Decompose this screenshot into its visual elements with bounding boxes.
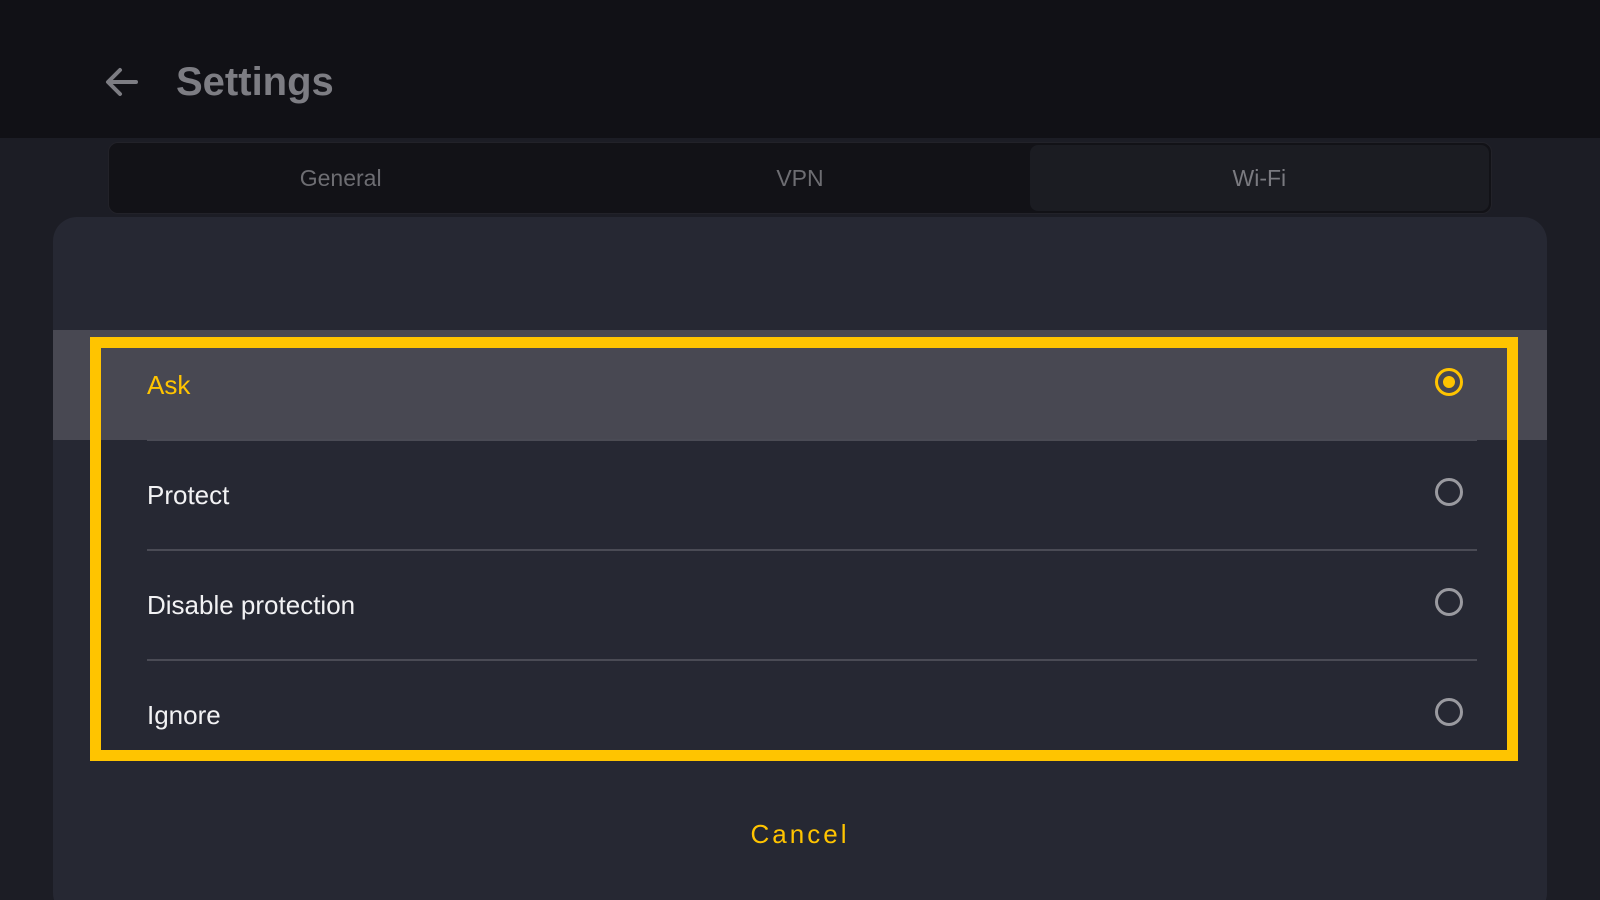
app-root: Settings General VPN Wi-Fi Ask Protect D…: [0, 0, 1600, 900]
option-list: Ask Protect Disable protection Ignore: [53, 330, 1547, 770]
option-ask[interactable]: Ask: [53, 330, 1547, 441]
cancel-button[interactable]: Cancel: [700, 808, 900, 860]
app-bar: Settings: [0, 0, 1600, 138]
radio-selected-dot: [1443, 376, 1455, 388]
tab-bar: General VPN Wi-Fi: [108, 142, 1492, 214]
radio-button[interactable]: [1435, 698, 1463, 726]
option-dialog: Ask Protect Disable protection Ignore: [53, 217, 1547, 900]
tab-wifi[interactable]: Wi-Fi: [1029, 145, 1489, 211]
option-label: Ignore: [147, 699, 221, 730]
option-label: Protect: [147, 479, 230, 510]
radio-button[interactable]: [1435, 588, 1463, 616]
tab-general[interactable]: General: [111, 145, 570, 211]
tab-vpn[interactable]: VPN: [570, 145, 1029, 211]
back-button[interactable]: [96, 56, 148, 108]
radio-button[interactable]: [1435, 368, 1463, 396]
dialog-header: [53, 217, 1547, 329]
option-label: Disable protection: [147, 589, 356, 620]
page-title: Settings: [176, 60, 334, 104]
radio-button[interactable]: [1435, 478, 1463, 506]
option-disable-protection[interactable]: Disable protection: [53, 550, 1547, 661]
option-ignore[interactable]: Ignore: [53, 660, 1547, 770]
option-label: Ask: [147, 369, 191, 400]
arrow-left-icon: [106, 68, 138, 96]
option-protect[interactable]: Protect: [53, 440, 1547, 551]
